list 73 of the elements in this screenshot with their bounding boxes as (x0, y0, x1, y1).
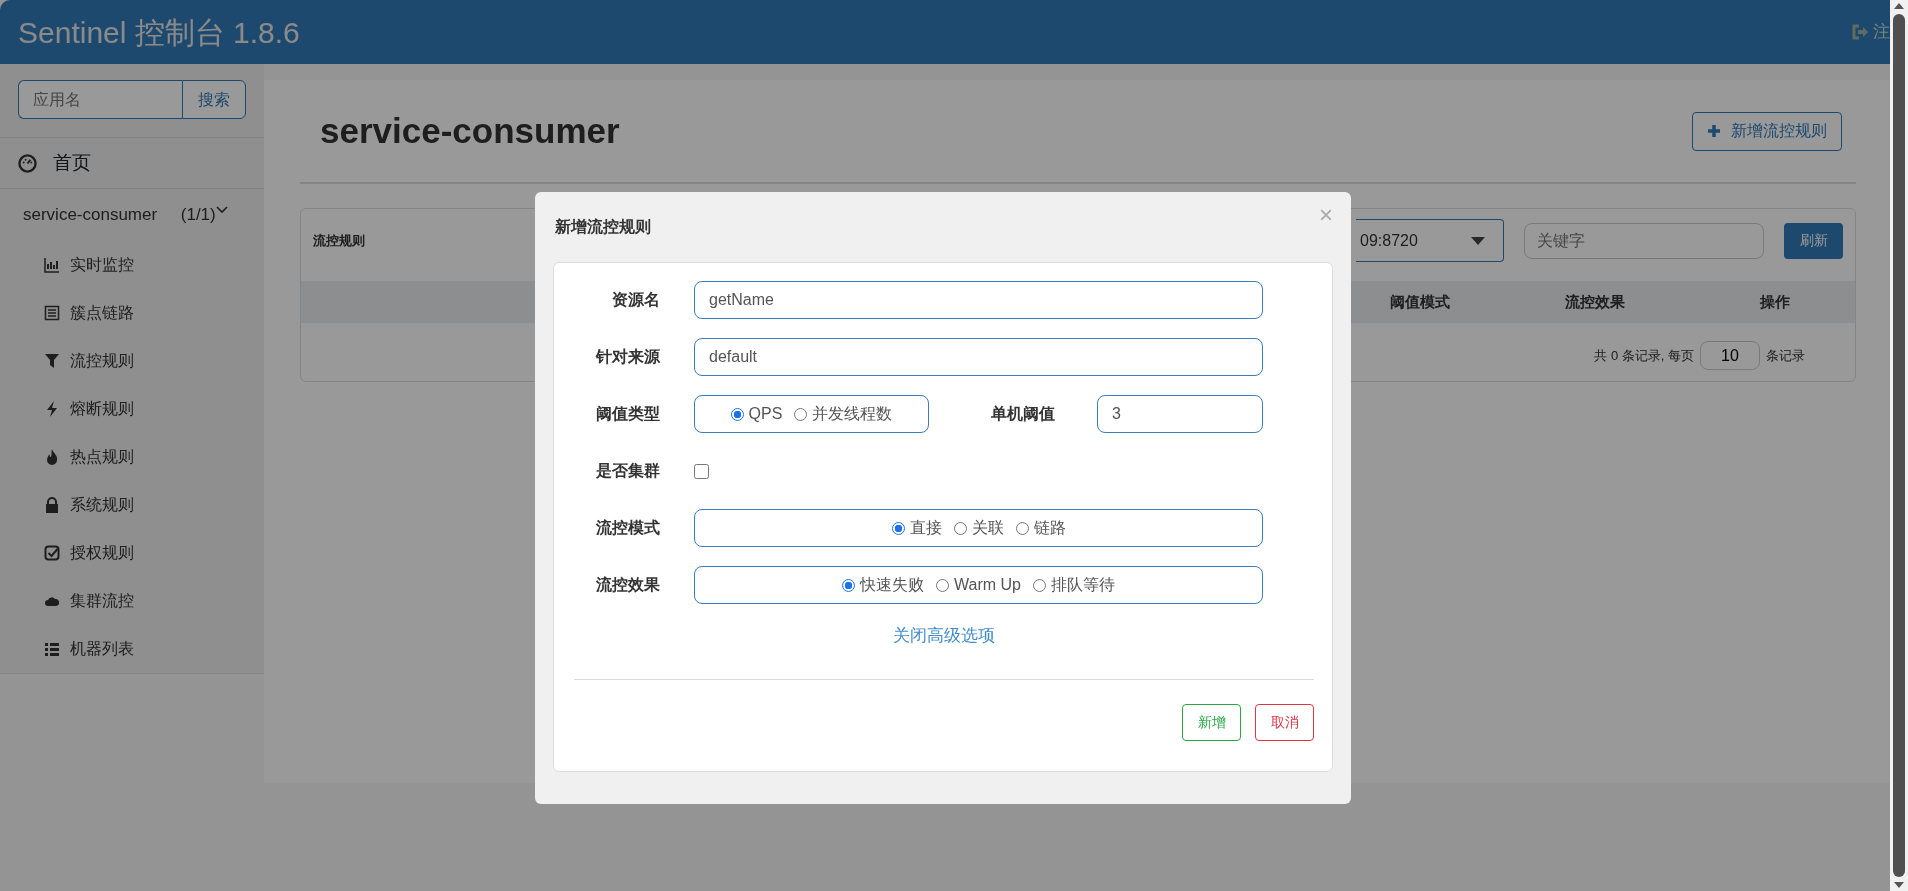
field-label: 单机阈值 (990, 404, 1056, 424)
sidebar-menu-item[interactable]: 热点规则 (0, 433, 264, 481)
caret-icon (1471, 236, 1485, 245)
sidebar-menu-item[interactable]: 簇点链路 (0, 289, 264, 337)
radio-button[interactable] (842, 578, 855, 592)
radio-label[interactable]: 关联 (971, 516, 1004, 540)
machine-select[interactable]: 09:8720 (1356, 219, 1504, 262)
panel-title: 流控规则 (313, 232, 365, 250)
plus-icon (1707, 124, 1721, 138)
advanced-options-link[interactable]: 关闭高级选项 (893, 623, 995, 649)
pagination-text: 共 0 条记录, 每页 (1594, 346, 1694, 365)
radio-button[interactable] (1033, 578, 1046, 592)
cancel-button[interactable]: 取消 (1255, 703, 1314, 741)
refresh-button[interactable]: 刷新 (1784, 222, 1843, 259)
radio-label[interactable]: 快速失败 (860, 573, 924, 597)
app-group-toggle[interactable]: service-consumer (1/1) (0, 189, 264, 241)
page-title: service-consumer (320, 110, 620, 152)
scroll-down-icon[interactable] (1893, 881, 1905, 889)
keyword-field[interactable]: 关键字 (1524, 222, 1764, 259)
sidebar-menu-item[interactable]: 实时监控 (0, 241, 264, 289)
lightning-icon (44, 401, 60, 417)
filter-icon (44, 353, 60, 369)
logout-icon (1851, 24, 1869, 40)
sidebar-menu-item[interactable]: 集群流控 (0, 577, 264, 625)
radio-label[interactable]: Warm Up (954, 573, 1021, 597)
checkbox-icon (44, 545, 60, 561)
text-field[interactable]: default (694, 338, 1263, 376)
text-field[interactable]: 3 (1097, 395, 1263, 433)
radio-label[interactable]: QPS (748, 402, 783, 426)
field-label: 针对来源 (594, 347, 660, 367)
radio-button[interactable] (953, 521, 967, 535)
app-title: Sentinel 控制台 1.8.6 (18, 14, 300, 51)
field-label: 资源名 (611, 290, 660, 310)
radio-label[interactable]: 直接 (909, 516, 942, 540)
scroll-up-icon[interactable] (1893, 2, 1905, 10)
radio-button[interactable] (794, 407, 808, 421)
list-icon (44, 305, 60, 321)
field-label: 流控效果 (595, 575, 660, 595)
radio-label[interactable]: 并发线程数 (812, 402, 893, 426)
radio-button[interactable] (730, 407, 744, 421)
field-label: 流控模式 (595, 518, 660, 538)
chevron-down-icon (215, 206, 228, 214)
pagination-suffix: 条记录 (1766, 346, 1805, 365)
sidebar-menu-item[interactable]: 系统规则 (0, 481, 264, 529)
sidebar-menu-item[interactable]: 机器列表 (0, 625, 264, 673)
dashboard-icon (18, 153, 37, 173)
field-label: 是否集群 (595, 461, 660, 481)
list-icon (44, 641, 60, 657)
search-button[interactable]: 搜索 (182, 80, 246, 119)
column-header: 流控效果 (1564, 291, 1626, 312)
add-rule-button[interactable]: 新增流控规则 (1692, 111, 1842, 151)
text-field[interactable]: getName (694, 281, 1263, 319)
radio-button[interactable] (1015, 521, 1029, 535)
column-header: 阈值模式 (1389, 291, 1451, 312)
flame-icon (44, 449, 60, 465)
sidebar-menu-item[interactable]: 授权规则 (0, 529, 264, 577)
column-header: 操作 (1759, 291, 1791, 312)
sidebar-menu-item[interactable]: 流控规则 (0, 337, 264, 385)
checkbox[interactable] (694, 463, 709, 479)
scrollbar[interactable] (1890, 0, 1908, 891)
page-size-field[interactable]: 10 (1700, 341, 1760, 370)
sidebar-menu-item[interactable]: 熔断规则 (0, 385, 264, 433)
home-link[interactable]: 首页 (0, 137, 264, 189)
field-label: 阈值类型 (595, 404, 660, 424)
radio-button[interactable] (891, 521, 905, 535)
radio-label[interactable]: 排队等待 (1051, 573, 1115, 597)
dialog-title: 新增流控规则 (555, 217, 651, 237)
radio-button[interactable] (936, 578, 949, 592)
bar-chart-icon (44, 257, 60, 273)
radio-label[interactable]: 链路 (1033, 516, 1066, 540)
lock-icon (44, 497, 60, 513)
app-search-field[interactable]: 应用名 (18, 80, 182, 119)
confirm-button[interactable]: 新增 (1182, 703, 1241, 741)
